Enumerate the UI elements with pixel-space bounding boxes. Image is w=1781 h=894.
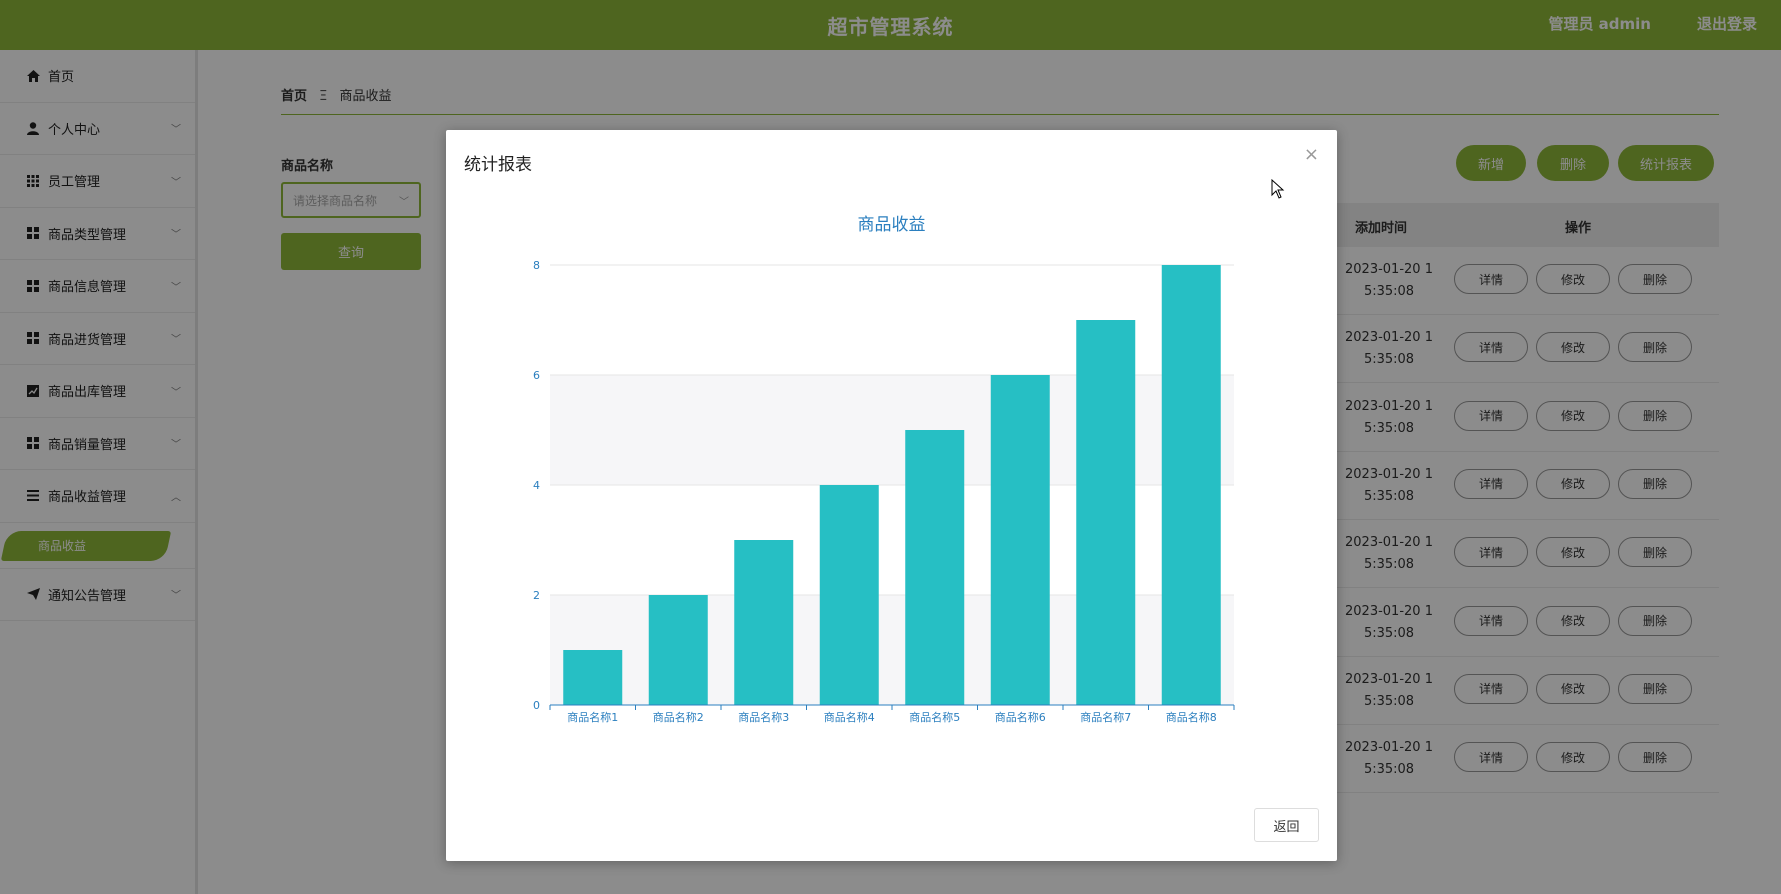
x-tick-label: 商品名称3 bbox=[738, 710, 789, 724]
bar-chart: 0 2 4 6 8 商品名称1 商品名称2 商品名称3 商品名称4 商品名称5 商品名称6 商品名称7… bbox=[533, 259, 1235, 724]
x-tick-label: 商品名称1 bbox=[567, 710, 618, 724]
x-tick-label: 商品名称4 bbox=[824, 710, 875, 724]
bar bbox=[819, 485, 879, 705]
x-tick-label: 商品名称6 bbox=[995, 710, 1046, 724]
bar bbox=[905, 430, 965, 705]
y-tick-label: 4 bbox=[533, 479, 540, 492]
x-tick-label: 商品名称8 bbox=[1166, 710, 1217, 724]
bar bbox=[990, 375, 1050, 705]
y-tick-label: 6 bbox=[533, 369, 540, 382]
report-modal: 统计报表 × 商品收益 0 2 4 6 8 商品名称1 商品名称2 商品名称3 商品名称4 商品名… bbox=[446, 130, 1337, 861]
x-tick-label: 商品名称7 bbox=[1080, 710, 1131, 724]
bar bbox=[648, 595, 708, 705]
close-icon[interactable]: × bbox=[1304, 144, 1319, 165]
x-tick-label: 商品名称5 bbox=[909, 710, 960, 724]
bar bbox=[563, 650, 623, 705]
bar bbox=[734, 540, 794, 705]
mouse-cursor-icon bbox=[1271, 179, 1285, 199]
bar bbox=[1076, 320, 1136, 705]
y-tick-label: 8 bbox=[533, 259, 540, 272]
bar bbox=[1161, 265, 1221, 705]
modal-title: 统计报表 bbox=[464, 155, 532, 175]
y-tick-label: 2 bbox=[533, 589, 540, 602]
x-tick-label: 商品名称2 bbox=[653, 710, 704, 724]
y-tick-label: 0 bbox=[533, 699, 540, 712]
back-button[interactable]: 返回 bbox=[1254, 808, 1319, 842]
